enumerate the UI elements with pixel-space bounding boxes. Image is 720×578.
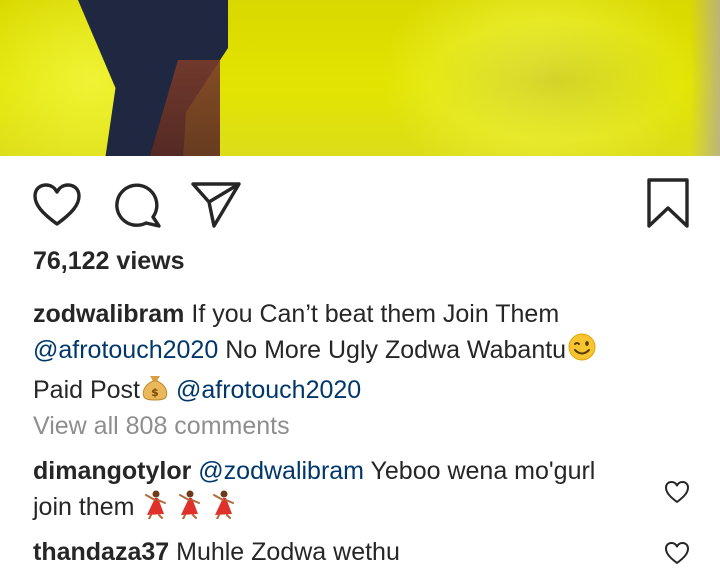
comment-text: Yeboo wena mo'gurl (370, 457, 596, 485)
comment-item: thandaza37 Muhle Zodwa wethu (33, 534, 653, 570)
caption-mention[interactable]: @afrotouch2020 (33, 336, 218, 364)
winking-face-icon (567, 332, 597, 372)
caption-mention[interactable]: @afrotouch2020 (176, 376, 361, 404)
post-actions (0, 156, 720, 240)
svg-text:$: $ (151, 386, 159, 399)
paper-plane-icon[interactable] (190, 180, 242, 230)
comment-mention[interactable]: @zodwalibram (198, 457, 364, 485)
comment-like-heart-icon[interactable] (664, 541, 690, 570)
caption-text: No More Ugly Zodwa Wabantu (225, 336, 567, 364)
media-edge (690, 0, 720, 156)
view-count[interactable]: 76,122 views (33, 247, 185, 276)
dancing-woman-icon (210, 489, 236, 529)
view-all-comments-link[interactable]: View all 808 comments (33, 412, 290, 441)
caption-username[interactable]: zodwalibram (33, 300, 184, 328)
comment-text: Muhle Zodwa wethu (176, 538, 400, 566)
comment-username[interactable]: dimangotylor (33, 457, 191, 485)
dancing-woman-icon (142, 489, 168, 529)
comment-item: dimangotylor @zodwalibram Yeboo wena mo'… (33, 453, 653, 529)
comment-username[interactable]: thandaza37 (33, 538, 169, 566)
post-caption: zodwalibram If you Can’t beat them Join … (33, 296, 693, 412)
media-shadow (430, 20, 680, 140)
post-media[interactable] (0, 0, 720, 156)
dancing-woman-icon (176, 489, 202, 529)
caption-text: Paid Post (33, 376, 141, 404)
comment-icon[interactable] (113, 181, 163, 229)
caption-text: If you Can’t beat them Join Them (191, 300, 560, 328)
bookmark-icon[interactable] (645, 177, 691, 229)
comment-text: join them (33, 493, 135, 521)
heart-icon[interactable] (32, 182, 82, 228)
comment-like-heart-icon[interactable] (664, 480, 690, 509)
money-bag-icon: $ (141, 372, 169, 412)
